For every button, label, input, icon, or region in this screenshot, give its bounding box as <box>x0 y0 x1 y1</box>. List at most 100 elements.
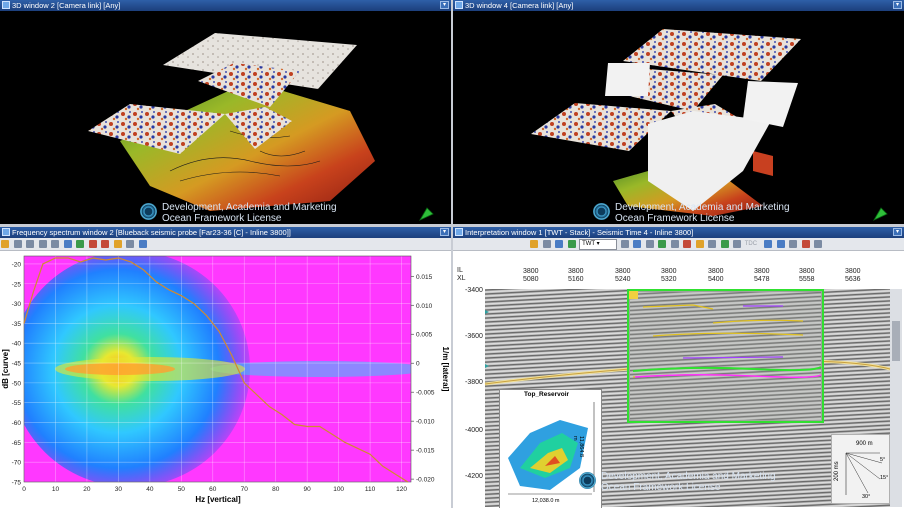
tile-icon[interactable] <box>776 240 785 248</box>
blank-panel-c <box>743 81 798 127</box>
domain-select-value: TWT <box>582 241 595 247</box>
window-interpretation[interactable]: Interpretation window 1 [TWT - Stack] - … <box>453 227 904 508</box>
mode-3d-icon[interactable] <box>113 240 122 248</box>
pin-icon[interactable] <box>814 240 823 248</box>
spectrum-x-tick-label: 120 <box>396 486 407 493</box>
layers-icon[interactable] <box>658 240 667 248</box>
horizon-icon[interactable] <box>683 240 692 248</box>
lock-icon[interactable] <box>629 291 638 299</box>
select-tool-icon[interactable] <box>1 240 9 248</box>
watermark-line2: Ocean Framework License <box>162 213 282 224</box>
interp-zoom-icon[interactable] <box>555 240 564 248</box>
window-3d-right-titlebar[interactable]: 3D window 4 [Camera link] [Any] ▾ <box>453 0 904 11</box>
spectrum-y-tick-label: -20 <box>12 261 22 268</box>
window-frequency-spectrum[interactable]: Frequency spectrum window 2 [Blueback se… <box>0 227 451 508</box>
spectrum-y-tick-label: -45 <box>12 361 22 368</box>
navigation-arrow-icon[interactable] <box>418 206 434 222</box>
scale-horizontal-label: 900 m <box>856 441 873 447</box>
ruler-icon[interactable] <box>708 240 717 248</box>
interp-canvas[interactable]: IL XL 3800 5080 3800 5160 3800 5240 3800 5320 38… <box>453 251 904 508</box>
interp-reset-icon[interactable] <box>567 240 576 248</box>
ocean-logo-icon <box>140 203 157 220</box>
frequency-spectrum-chart[interactable]: 0 10 20 30 40 50 60 70 80 90 100 110 120 -20 -25 -30 -35… <box>0 251 451 508</box>
spectrum-y2-tick-label: -0.020 <box>416 477 435 484</box>
mode-2d-icon[interactable] <box>101 240 110 248</box>
table-icon[interactable] <box>789 240 798 248</box>
spectrum-y-tick-label: -70 <box>12 460 22 467</box>
db-icon[interactable] <box>126 240 135 248</box>
spectrum-y-tick-label: -50 <box>12 380 22 387</box>
find-icon[interactable] <box>670 240 679 248</box>
camera-icon[interactable] <box>733 240 742 248</box>
scene-3d-left <box>88 33 375 211</box>
window-menu-button[interactable]: ▾ <box>440 228 449 236</box>
zoom-fit-icon[interactable] <box>51 240 60 248</box>
window-interp-titlebar[interactable]: Interpretation window 1 [TWT - Stack] - … <box>453 227 904 238</box>
window-3d-left[interactable]: 3D window 2 [Camera link] [Any] ▾ Develo… <box>0 0 451 224</box>
window-menu-button[interactable]: ▾ <box>893 228 902 236</box>
interp-select-icon[interactable] <box>530 240 538 248</box>
spectrum-x-tick-label: 40 <box>146 486 154 493</box>
spectrum-y2-axis-label: 1/m [lateral] <box>441 347 450 392</box>
watermark-line1: Development, Academia and Marketing <box>162 202 337 213</box>
navigation-arrow-icon[interactable] <box>872 206 888 222</box>
watermark-line1: Development, Academia and Marketing <box>601 471 776 482</box>
interp-pan-icon[interactable] <box>542 240 551 248</box>
spectrum-x-tick-label: 30 <box>115 486 123 493</box>
window-menu-button[interactable]: ▾ <box>893 1 902 9</box>
tdc-button[interactable]: TDC <box>745 240 761 248</box>
layout-icon[interactable] <box>63 240 72 248</box>
fault-icon[interactable] <box>695 240 704 248</box>
sync-icon[interactable] <box>645 240 654 248</box>
zoom-in-icon[interactable] <box>26 240 35 248</box>
watermark-line1: Development, Academia and Marketing <box>615 202 790 213</box>
window-spectrum-titlebar[interactable]: Frequency spectrum window 2 [Blueback se… <box>0 227 451 238</box>
person-icon[interactable] <box>801 240 810 248</box>
curve-icon[interactable] <box>76 240 85 248</box>
spectrum-x-tick-label: 90 <box>304 486 312 493</box>
map-side-label: 11,864.8 m <box>572 436 584 458</box>
spectrum-y-tick-label: -40 <box>12 341 22 348</box>
interp-toolbar: TWT ▾ TDC <box>453 238 904 251</box>
window-icon <box>455 1 463 9</box>
window-3d-right-title: 3D window 4 [Camera link] [Any] <box>465 1 574 10</box>
window-menu-button[interactable]: ▾ <box>440 1 449 9</box>
watermark: Development, Academia and Marketing Ocea… <box>593 202 790 224</box>
window-3d-left-title: 3D window 2 [Camera link] [Any] <box>12 1 121 10</box>
time-tick-label: -4200 <box>465 473 483 480</box>
spectrum-x-tick-label: 20 <box>83 486 91 493</box>
scale-legend: 900 m 200 ms 5° 15° 30° <box>831 434 890 504</box>
zoom-out-icon[interactable] <box>38 240 47 248</box>
time-tick-label: -4000 <box>465 427 483 434</box>
spectrum-x-tick-label: 60 <box>209 486 217 493</box>
spectrum-y-tick-label: -75 <box>12 480 22 487</box>
spectrum-y2-tick-label: 0 <box>416 361 420 368</box>
view-icon[interactable] <box>633 240 642 248</box>
scale-angle-30: 30° <box>862 494 871 500</box>
top-reservoir-map: Top_Reservoir 12,038.0 m 11,864.8 m <box>499 389 602 508</box>
pan-tool-icon[interactable] <box>13 240 22 248</box>
window-3d-right[interactable]: 3D window 4 [Camera link] [Any] ▾ Develo… <box>453 0 904 224</box>
grid-icon[interactable] <box>764 240 773 248</box>
spectrum-y-tick-label: -60 <box>12 420 22 427</box>
viewport-3d-right[interactable]: Development, Academia and Marketing Ocea… <box>453 11 904 224</box>
spectrum-x-tick-label: 0 <box>22 486 26 493</box>
spectrum-y-tick-label: -55 <box>12 400 22 407</box>
spectrum-x-tick-label: 100 <box>333 486 344 493</box>
home-icon[interactable] <box>620 240 629 248</box>
spectrum-y2-tick-label: 0.015 <box>416 274 433 281</box>
spectrum-x-tick-label: 80 <box>272 486 280 493</box>
window-icon <box>2 1 10 9</box>
spectrum-icon[interactable] <box>138 240 147 248</box>
spectrum-y-tick-label: -35 <box>12 321 22 328</box>
blank-panel-a <box>605 63 650 96</box>
screen-icon[interactable] <box>720 240 729 248</box>
domain-select[interactable]: TWT ▾ <box>579 239 618 250</box>
spectrum-x-axis-label: Hz [vertical] <box>195 495 241 504</box>
spectrum-x-tick-label: 110 <box>365 486 376 493</box>
time-tick-label: -3600 <box>465 333 483 340</box>
viewport-3d-left[interactable]: Development, Academia and Marketing Ocea… <box>0 11 451 224</box>
spectrum-x-tick-label: 70 <box>241 486 249 493</box>
mode-1d-icon[interactable] <box>88 240 97 248</box>
window-3d-left-titlebar[interactable]: 3D window 2 [Camera link] [Any] ▾ <box>0 0 451 11</box>
